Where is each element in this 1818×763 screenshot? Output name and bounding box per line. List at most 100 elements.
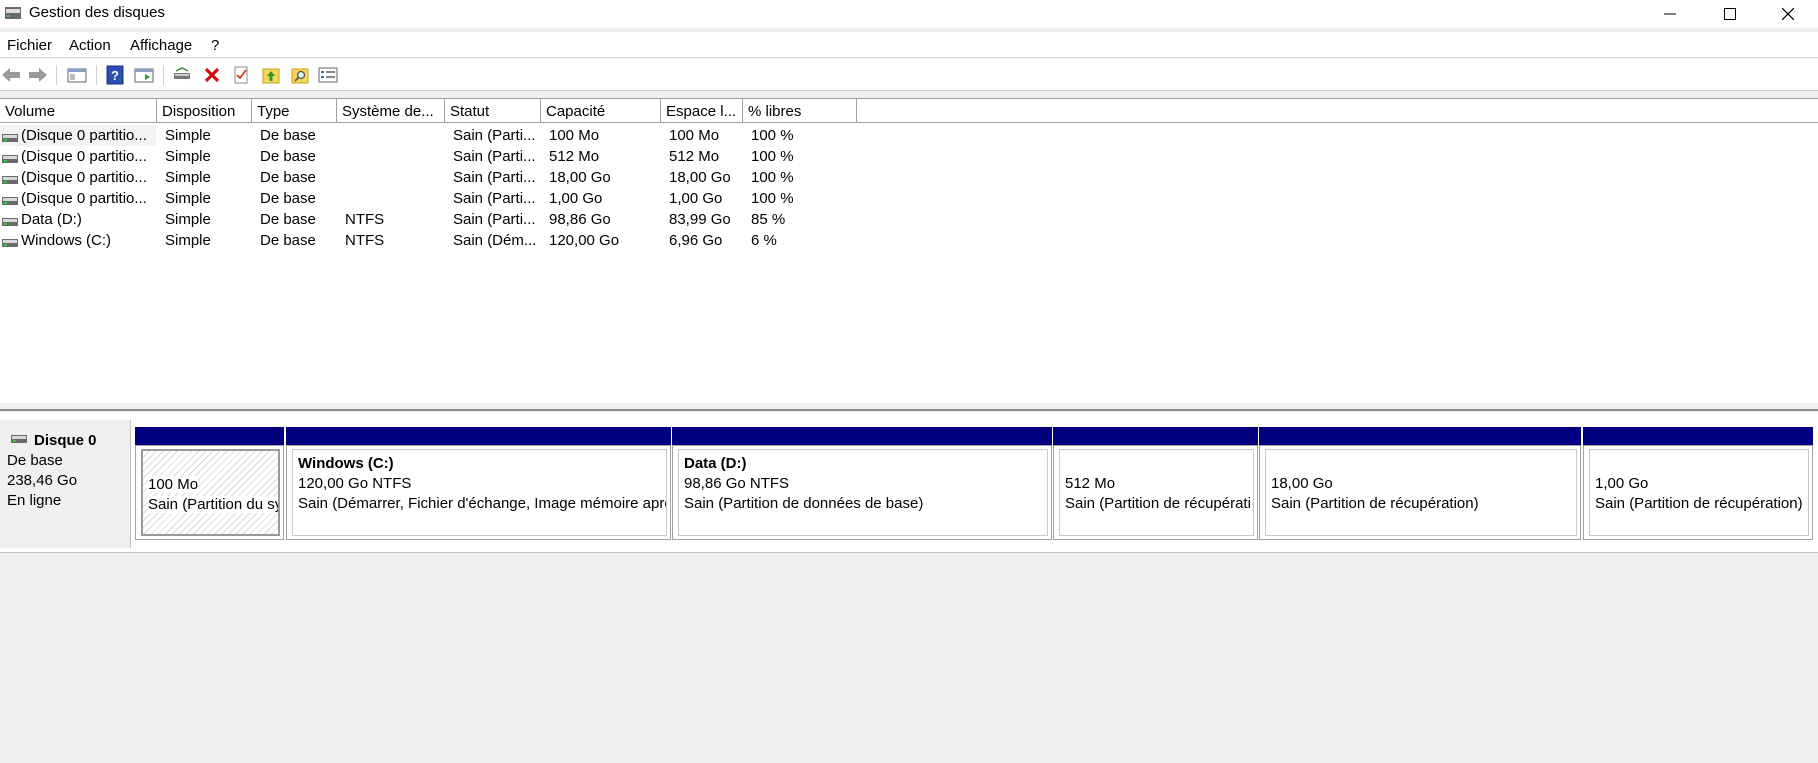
disk-state: En ligne	[7, 492, 62, 509]
menu-action[interactable]: Action	[69, 37, 111, 54]
maximize-button[interactable]	[1700, 0, 1760, 28]
partition-body: 18,00 Go Sain (Partition de récupération…	[1259, 445, 1581, 540]
help-button[interactable]: ?	[104, 64, 126, 86]
help-icon: ?	[106, 65, 124, 85]
column-type[interactable]: Type	[252, 99, 337, 122]
disk-map: Disque 0 De base 238,46 Go En ligne 100 …	[0, 412, 1818, 552]
column-capacity[interactable]: Capacité	[541, 99, 661, 122]
back-button[interactable]	[0, 64, 22, 86]
partition-body: 1,00 Go Sain (Partition de récupération)	[1583, 445, 1813, 540]
properties-pane-button[interactable]	[133, 64, 155, 86]
partition-inner: 512 Mo Sain (Partition de récupérati·	[1059, 449, 1254, 536]
table-row[interactable]: (Disque 0 partitio... Simple De base Sai…	[0, 125, 1818, 146]
disk-size: 238,46 Go	[7, 472, 78, 489]
volume-icon	[2, 193, 18, 205]
cell-percent-free: 100 %	[751, 169, 794, 186]
pane-splitter[interactable]	[0, 403, 1818, 411]
partition-recovery-512[interactable]: 512 Mo Sain (Partition de récupérati·	[1053, 427, 1258, 555]
console-tree-button[interactable]	[66, 64, 88, 86]
partition-size: 512 Mo	[1065, 475, 1116, 492]
table-row[interactable]: Windows (C:) Simple De base NTFS Sain (D…	[0, 230, 1818, 251]
cell-capacity: 100 Mo	[549, 127, 600, 144]
folder-search-button[interactable]	[289, 64, 311, 86]
column-volume[interactable]: Volume	[0, 99, 157, 122]
cell-type: De base	[260, 211, 316, 228]
toolbar-separator	[163, 65, 164, 85]
table-row[interactable]: (Disque 0 partitio... Simple De base Sai…	[0, 146, 1818, 167]
cell-filesystem: NTFS	[345, 232, 385, 249]
column-free-space[interactable]: Espace l...	[661, 99, 743, 122]
folder-up-button[interactable]	[260, 64, 282, 86]
cell-disposition: Simple	[165, 232, 211, 249]
volume-icon	[2, 172, 18, 184]
checklist-button[interactable]	[230, 64, 252, 86]
column-status[interactable]: Statut	[445, 99, 541, 122]
properties-button[interactable]	[317, 64, 339, 86]
connect-disk-button[interactable]	[171, 64, 193, 86]
partition-recovery-18[interactable]: 18,00 Go Sain (Partition de récupération…	[1259, 427, 1581, 555]
cell-type: De base	[260, 148, 316, 165]
partition-inner: Windows (C:) 120,00 Go NTFS Sain (Démarr…	[292, 449, 667, 536]
partition-title: Data (D:)	[684, 455, 747, 472]
partition-bar	[1259, 427, 1581, 445]
cell-disposition: Simple	[165, 211, 211, 228]
partition-bar	[135, 427, 284, 445]
partition-body: 512 Mo Sain (Partition de récupérati·	[1053, 445, 1258, 540]
column-disposition[interactable]: Disposition	[157, 99, 252, 122]
empty-disk-area	[0, 552, 1818, 763]
cell-capacity: 18,00 Go	[549, 169, 611, 186]
cell-percent-free: 6 %	[751, 232, 777, 249]
table-row[interactable]: (Disque 0 partitio... Simple De base Sai…	[0, 167, 1818, 188]
partition-title: Windows (C:)	[298, 455, 394, 472]
cell-type: De base	[260, 127, 316, 144]
partition-size: 98,86 Go NTFS	[684, 475, 790, 492]
disk-info-panel[interactable]: Disque 0 De base 238,46 Go En ligne	[0, 420, 131, 548]
cell-filesystem: NTFS	[345, 211, 385, 228]
volume-icon	[2, 130, 18, 142]
cell-volume: (Disque 0 partitio...	[21, 127, 147, 144]
volume-icon	[2, 235, 18, 247]
column-percent-free[interactable]: % libres	[743, 99, 857, 122]
forward-arrow-icon	[29, 68, 47, 82]
minimize-button[interactable]	[1640, 0, 1700, 28]
cell-status: Sain (Parti...	[453, 148, 536, 165]
column-filesystem[interactable]: Système de...	[337, 99, 445, 122]
volume-icon	[2, 214, 18, 226]
cell-capacity: 98,86 Go	[549, 211, 611, 228]
partition-windows-c[interactable]: Windows (C:) 120,00 Go NTFS Sain (Démarr…	[286, 427, 671, 555]
partition-size: 120,00 Go NTFS	[298, 475, 412, 492]
toolbar-separator	[96, 65, 97, 85]
partition-bar	[1053, 427, 1258, 445]
menu-bar: Fichier Action Affichage ?	[0, 32, 1818, 58]
close-button[interactable]	[1758, 0, 1818, 28]
svg-text:?: ?	[111, 68, 119, 83]
partition-system[interactable]: 100 Mo Sain (Partition du sy	[135, 427, 284, 555]
table-row[interactable]: Data (D:) Simple De base NTFS Sain (Part…	[0, 209, 1818, 230]
cell-capacity: 512 Mo	[549, 148, 600, 165]
partition-inner: 18,00 Go Sain (Partition de récupération…	[1265, 449, 1577, 536]
partition-inner: 1,00 Go Sain (Partition de récupération)	[1589, 449, 1809, 536]
partition-body: 100 Mo Sain (Partition du sy	[135, 445, 284, 540]
partition-inner: Data (D:) 98,86 Go NTFS Sain (Partition …	[678, 449, 1048, 536]
forward-button[interactable]	[27, 64, 49, 86]
menu-help[interactable]: ?	[211, 37, 219, 54]
menu-fichier[interactable]: Fichier	[7, 37, 52, 54]
cell-capacity: 120,00 Go	[549, 232, 620, 249]
table-row[interactable]: (Disque 0 partitio... Simple De base Sai…	[0, 188, 1818, 209]
delete-button[interactable]	[201, 64, 223, 86]
maximize-icon	[1724, 8, 1736, 20]
partition-status: Sain (Partition de récupération)	[1271, 495, 1479, 512]
partition-body: Data (D:) 98,86 Go NTFS Sain (Partition …	[672, 445, 1052, 540]
cell-percent-free: 100 %	[751, 127, 794, 144]
partition-data-d[interactable]: Data (D:) 98,86 Go NTFS Sain (Partition …	[672, 427, 1052, 555]
cell-free-space: 100 Mo	[669, 127, 720, 144]
cell-type: De base	[260, 169, 316, 186]
partition-size: 18,00 Go	[1271, 475, 1333, 492]
cell-disposition: Simple	[165, 190, 211, 207]
partition-recovery-1[interactable]: 1,00 Go Sain (Partition de récupération)	[1583, 427, 1813, 555]
partition-body: Windows (C:) 120,00 Go NTFS Sain (Démarr…	[286, 445, 671, 540]
menu-affichage[interactable]: Affichage	[130, 37, 192, 54]
toolbar-separator	[56, 65, 57, 85]
partition-status: Sain (Partition du sy	[148, 496, 278, 513]
window-title: Gestion des disques	[29, 4, 165, 21]
